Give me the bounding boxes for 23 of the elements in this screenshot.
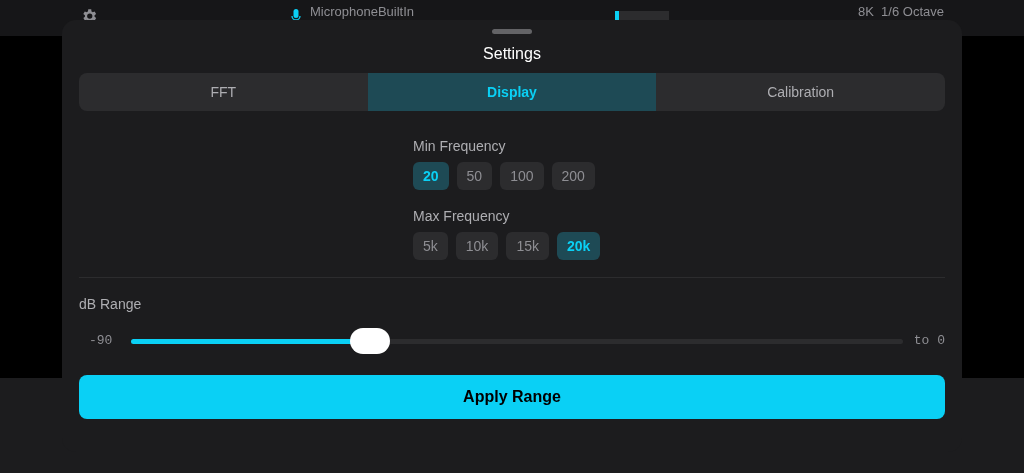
tab[interactable]: Display <box>367 73 657 111</box>
tab[interactable]: FFT <box>79 73 368 111</box>
option-button[interactable]: 10k <box>455 232 499 260</box>
drag-handle[interactable] <box>492 29 532 34</box>
apply-button[interactable]: Apply Range <box>79 375 945 419</box>
option-button[interactable]: 20k <box>556 232 601 260</box>
option-button[interactable]: 5k <box>413 232 448 260</box>
range-min: -90 <box>88 332 114 351</box>
slider-thumb[interactable] <box>350 328 391 354</box>
range-label: dB Range <box>79 296 143 312</box>
option-button[interactable]: 15k <box>506 232 549 260</box>
input-name: MicrophoneBuiltIn <box>310 4 415 20</box>
group-label: Min Frequency <box>413 138 507 154</box>
option-button[interactable]: 200 <box>551 162 595 190</box>
option-button[interactable]: 100 <box>500 162 544 190</box>
group-label: Max Frequency <box>413 208 511 224</box>
slider-track[interactable] <box>131 338 903 344</box>
analysis-info: 8K 1/6 Octave <box>858 4 944 20</box>
sheet-title: Settings <box>483 44 541 64</box>
range-max: to 0 <box>912 332 945 351</box>
option-button[interactable]: 50 <box>456 162 493 190</box>
tab[interactable]: Calibration <box>656 73 945 111</box>
option-button[interactable]: 20 <box>413 162 449 190</box>
